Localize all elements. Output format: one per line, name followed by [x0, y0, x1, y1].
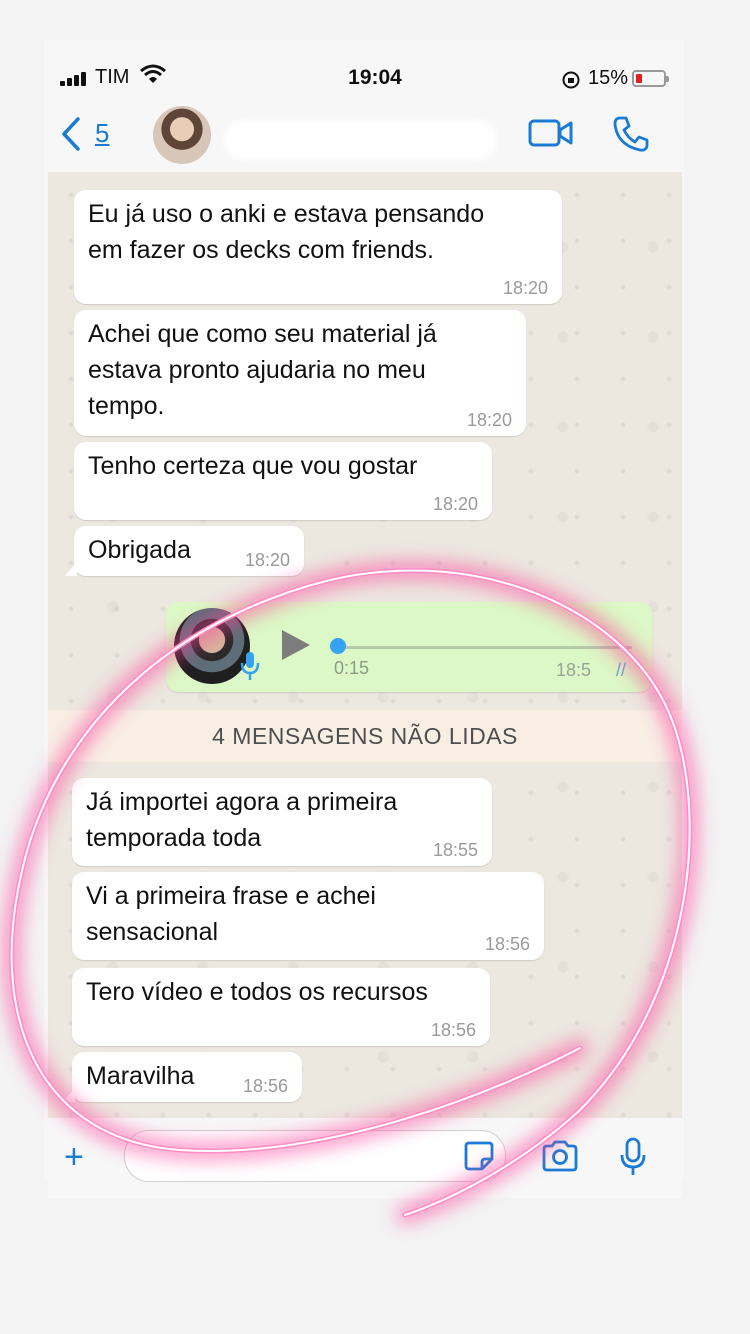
message-time: 18:20 [502, 278, 548, 298]
attach-plus-button[interactable]: + [64, 1138, 84, 1177]
back-button[interactable]: 5 [60, 112, 120, 156]
message-text: Vi a primeira frase e achei sensacional [86, 882, 376, 946]
play-button[interactable] [282, 630, 310, 660]
audio-scrubber-handle[interactable] [330, 638, 346, 654]
message-bubble[interactable]: Achei que como seu material já estava pr… [74, 310, 526, 436]
message-time: 18:20 [466, 410, 512, 430]
message-time: 18:56 [484, 934, 530, 954]
message-text: Tero vídeo e todos os recursos [86, 978, 428, 1006]
message-bubble[interactable]: Tero vídeo e todos os recursos 18:56 [72, 968, 490, 1046]
voice-message-bubble[interactable]: 0:15 18:5 // [166, 602, 652, 692]
sticker-icon[interactable] [463, 1140, 495, 1172]
read-ticks-icon: // [616, 660, 627, 680]
message-bubble[interactable]: Tenho certeza que vou gostar 18:20 [74, 442, 492, 520]
phone-call-icon[interactable] [612, 115, 650, 153]
unread-messages-banner: 4 MENSAGENS NÃO LIDAS [48, 710, 682, 762]
message-text: Tenho certeza que vou gostar [88, 452, 418, 480]
audio-progress-track[interactable] [338, 646, 632, 649]
rotation-lock-icon [562, 71, 580, 89]
message-time: 18:55 [432, 840, 478, 860]
message-bubble[interactable]: Maravilha 18:56 [63, 1052, 302, 1102]
video-call-icon[interactable] [528, 118, 574, 148]
message-time: 18:56 [430, 1020, 476, 1040]
battery-icon [632, 70, 669, 87]
message-time: 18:5 [556, 660, 592, 680]
microphone-record-icon[interactable] [619, 1137, 647, 1177]
chat-area[interactable]: Eu já uso o anki e estava pensando em fa… [48, 172, 682, 1118]
message-time: 18:20 [432, 494, 478, 514]
message-text: Achei que como seu material já estava pr… [88, 320, 437, 420]
message-time: 18:20 [244, 550, 290, 570]
camera-icon[interactable] [541, 1140, 579, 1172]
message-text: Eu já uso o anki e estava pensando em fa… [88, 200, 485, 264]
battery-percent: 15% [588, 67, 629, 89]
audio-duration: 0:15 [334, 658, 370, 678]
back-unread-count: 5 [95, 118, 110, 148]
message-bubble[interactable]: Vi a primeira frase e achei sensacional … [72, 872, 544, 960]
voice-sender-avatar [174, 608, 250, 684]
contact-avatar[interactable] [153, 106, 211, 164]
message-bubble[interactable]: Já importei agora a primeira temporada t… [72, 778, 492, 866]
message-bubble[interactable]: Eu já uso o anki e estava pensando em fa… [74, 190, 562, 304]
message-time: 18:56 [242, 1076, 288, 1096]
microphone-icon [240, 652, 260, 680]
chevron-left-icon [62, 117, 80, 151]
contact-name-redacted[interactable] [228, 124, 493, 156]
message-bubble[interactable]: Obrigada 18:20 [65, 526, 304, 576]
message-input[interactable] [124, 1130, 506, 1182]
status-bar: TIM 19:04 15% [0, 0, 750, 89]
message-text: Já importei agora a primeira temporada t… [86, 788, 398, 852]
